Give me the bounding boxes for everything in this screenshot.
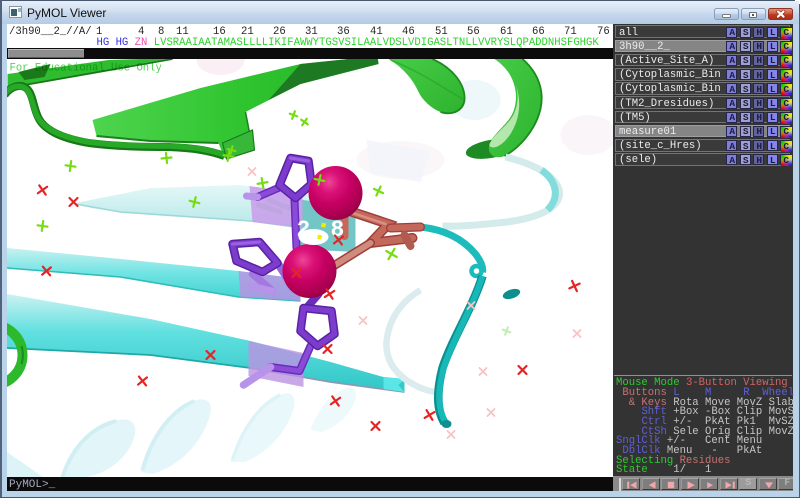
svg-text:For Educational Use Only: For Educational Use Only [9,62,161,74]
